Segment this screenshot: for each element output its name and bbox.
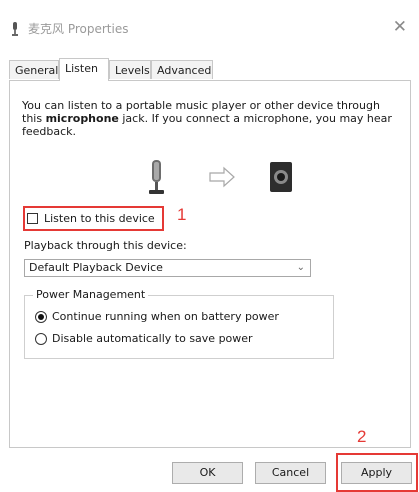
tab-listen[interactable]: Listen xyxy=(59,58,109,81)
annotation-box-2 xyxy=(336,453,418,492)
device-graphic xyxy=(149,160,292,194)
microphone-icon xyxy=(149,160,164,194)
radio-continue[interactable] xyxy=(35,311,47,323)
tab-strip: General Listen Levels Advanced xyxy=(9,58,409,81)
microphone-icon xyxy=(12,22,18,36)
close-icon[interactable] xyxy=(393,17,407,37)
cancel-button[interactable]: Cancel xyxy=(255,462,326,484)
intro-text-bold: microphone xyxy=(45,112,119,125)
radio-disable[interactable] xyxy=(35,333,47,345)
playback-device-select[interactable]: Default Playback Device ⌄ xyxy=(24,259,311,277)
window-title: 麦克风 Properties xyxy=(28,22,129,36)
playback-label: Playback through this device: xyxy=(24,239,187,252)
radio-disable-label[interactable]: Disable automatically to save power xyxy=(52,332,253,345)
tab-general[interactable]: General xyxy=(9,60,59,79)
title-bar: 麦克风 Properties xyxy=(0,0,419,52)
power-management-title: Power Management xyxy=(33,288,149,301)
annotation-number-1: 1 xyxy=(177,205,187,224)
radio-continue-label[interactable]: Continue running when on battery power xyxy=(52,310,279,323)
arrow-right-icon xyxy=(209,166,235,188)
annotation-box-1 xyxy=(23,206,164,231)
ok-button[interactable]: OK xyxy=(172,462,243,484)
tab-advanced[interactable]: Advanced xyxy=(151,60,213,79)
intro-text: You can listen to a portable music playe… xyxy=(22,99,392,138)
power-management-group: Power Management Continue running when o… xyxy=(24,288,334,359)
chevron-down-icon: ⌄ xyxy=(296,262,305,273)
tab-levels[interactable]: Levels xyxy=(109,60,151,79)
playback-device-value: Default Playback Device xyxy=(29,261,163,274)
speaker-icon xyxy=(270,162,292,192)
listen-panel: You can listen to a portable music playe… xyxy=(9,80,411,448)
annotation-number-2: 2 xyxy=(357,427,367,446)
